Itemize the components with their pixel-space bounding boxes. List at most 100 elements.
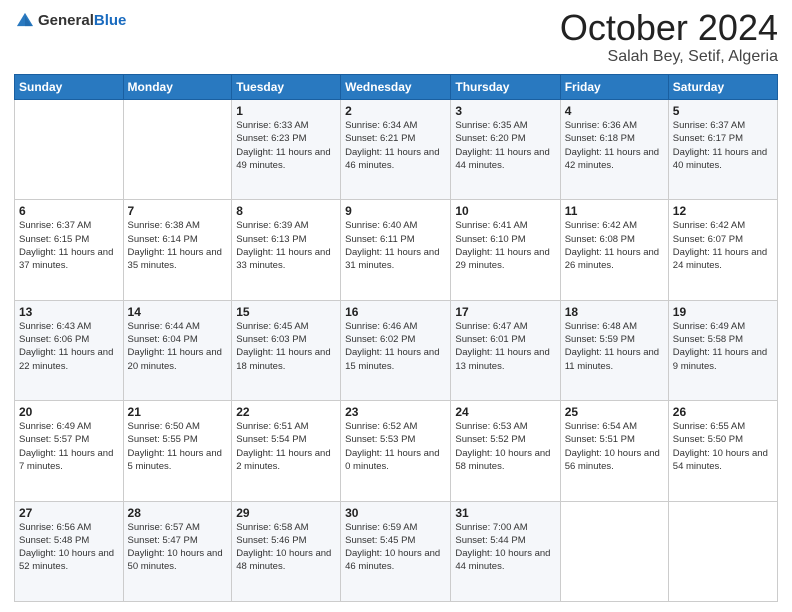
- day-info: Sunrise: 6:58 AMSunset: 5:46 PMDaylight:…: [236, 521, 336, 574]
- day-info: Sunrise: 6:43 AMSunset: 6:06 PMDaylight:…: [19, 320, 119, 373]
- day-info: Sunrise: 6:54 AMSunset: 5:51 PMDaylight:…: [565, 420, 664, 473]
- day-cell: 8Sunrise: 6:39 AMSunset: 6:13 PMDaylight…: [232, 200, 341, 300]
- day-number: 12: [673, 204, 773, 218]
- day-info: Sunrise: 6:45 AMSunset: 6:03 PMDaylight:…: [236, 320, 336, 373]
- day-cell: 17Sunrise: 6:47 AMSunset: 6:01 PMDayligh…: [451, 300, 560, 400]
- week-row-2: 6Sunrise: 6:37 AMSunset: 6:15 PMDaylight…: [15, 200, 778, 300]
- day-number: 9: [345, 204, 446, 218]
- day-number: 17: [455, 305, 555, 319]
- week-row-3: 13Sunrise: 6:43 AMSunset: 6:06 PMDayligh…: [15, 300, 778, 400]
- day-info: Sunrise: 6:37 AMSunset: 6:15 PMDaylight:…: [19, 219, 119, 272]
- day-info: Sunrise: 6:53 AMSunset: 5:52 PMDaylight:…: [455, 420, 555, 473]
- day-number: 26: [673, 405, 773, 419]
- day-cell: 12Sunrise: 6:42 AMSunset: 6:07 PMDayligh…: [668, 200, 777, 300]
- day-cell: 13Sunrise: 6:43 AMSunset: 6:06 PMDayligh…: [15, 300, 124, 400]
- logo: GeneralBlue: [14, 10, 126, 32]
- day-cell: [123, 100, 232, 200]
- calendar-container: GeneralBlue October 2024 Salah Bey, Seti…: [0, 0, 792, 612]
- week-row-5: 27Sunrise: 6:56 AMSunset: 5:48 PMDayligh…: [15, 501, 778, 601]
- day-cell: 3Sunrise: 6:35 AMSunset: 6:20 PMDaylight…: [451, 100, 560, 200]
- day-cell: 24Sunrise: 6:53 AMSunset: 5:52 PMDayligh…: [451, 401, 560, 501]
- logo-icon: [14, 10, 36, 32]
- day-number: 18: [565, 305, 664, 319]
- day-info: Sunrise: 6:49 AMSunset: 5:58 PMDaylight:…: [673, 320, 773, 373]
- day-cell: 28Sunrise: 6:57 AMSunset: 5:47 PMDayligh…: [123, 501, 232, 601]
- day-info: Sunrise: 6:48 AMSunset: 5:59 PMDaylight:…: [565, 320, 664, 373]
- day-number: 19: [673, 305, 773, 319]
- day-number: 5: [673, 104, 773, 118]
- day-info: Sunrise: 6:52 AMSunset: 5:53 PMDaylight:…: [345, 420, 446, 473]
- day-cell: 10Sunrise: 6:41 AMSunset: 6:10 PMDayligh…: [451, 200, 560, 300]
- day-cell: 19Sunrise: 6:49 AMSunset: 5:58 PMDayligh…: [668, 300, 777, 400]
- header-day-monday: Monday: [123, 75, 232, 100]
- day-cell: 20Sunrise: 6:49 AMSunset: 5:57 PMDayligh…: [15, 401, 124, 501]
- day-info: Sunrise: 6:42 AMSunset: 6:07 PMDaylight:…: [673, 219, 773, 272]
- header: GeneralBlue October 2024 Salah Bey, Seti…: [14, 10, 778, 66]
- day-info: Sunrise: 6:42 AMSunset: 6:08 PMDaylight:…: [565, 219, 664, 272]
- day-number: 6: [19, 204, 119, 218]
- day-info: Sunrise: 6:39 AMSunset: 6:13 PMDaylight:…: [236, 219, 336, 272]
- day-cell: 22Sunrise: 6:51 AMSunset: 5:54 PMDayligh…: [232, 401, 341, 501]
- day-number: 30: [345, 506, 446, 520]
- day-info: Sunrise: 6:59 AMSunset: 5:45 PMDaylight:…: [345, 521, 446, 574]
- day-cell: 30Sunrise: 6:59 AMSunset: 5:45 PMDayligh…: [341, 501, 451, 601]
- day-info: Sunrise: 6:51 AMSunset: 5:54 PMDaylight:…: [236, 420, 336, 473]
- day-cell: 7Sunrise: 6:38 AMSunset: 6:14 PMDaylight…: [123, 200, 232, 300]
- day-cell: 11Sunrise: 6:42 AMSunset: 6:08 PMDayligh…: [560, 200, 668, 300]
- day-info: Sunrise: 6:49 AMSunset: 5:57 PMDaylight:…: [19, 420, 119, 473]
- day-number: 11: [565, 204, 664, 218]
- day-number: 13: [19, 305, 119, 319]
- day-cell: 25Sunrise: 6:54 AMSunset: 5:51 PMDayligh…: [560, 401, 668, 501]
- day-cell: 26Sunrise: 6:55 AMSunset: 5:50 PMDayligh…: [668, 401, 777, 501]
- day-info: Sunrise: 6:33 AMSunset: 6:23 PMDaylight:…: [236, 119, 336, 172]
- day-number: 10: [455, 204, 555, 218]
- day-cell: 4Sunrise: 6:36 AMSunset: 6:18 PMDaylight…: [560, 100, 668, 200]
- day-number: 29: [236, 506, 336, 520]
- day-number: 23: [345, 405, 446, 419]
- day-cell: [560, 501, 668, 601]
- day-info: Sunrise: 6:34 AMSunset: 6:21 PMDaylight:…: [345, 119, 446, 172]
- week-row-4: 20Sunrise: 6:49 AMSunset: 5:57 PMDayligh…: [15, 401, 778, 501]
- calendar-body: 1Sunrise: 6:33 AMSunset: 6:23 PMDaylight…: [15, 100, 778, 602]
- day-number: 21: [128, 405, 228, 419]
- header-day-sunday: Sunday: [15, 75, 124, 100]
- day-number: 8: [236, 204, 336, 218]
- day-cell: [668, 501, 777, 601]
- day-number: 2: [345, 104, 446, 118]
- day-number: 1: [236, 104, 336, 118]
- day-number: 20: [19, 405, 119, 419]
- logo-blue: Blue: [94, 12, 127, 29]
- day-info: Sunrise: 6:37 AMSunset: 6:17 PMDaylight:…: [673, 119, 773, 172]
- day-cell: 5Sunrise: 6:37 AMSunset: 6:17 PMDaylight…: [668, 100, 777, 200]
- day-info: Sunrise: 6:47 AMSunset: 6:01 PMDaylight:…: [455, 320, 555, 373]
- day-number: 28: [128, 506, 228, 520]
- day-info: Sunrise: 6:40 AMSunset: 6:11 PMDaylight:…: [345, 219, 446, 272]
- day-number: 24: [455, 405, 555, 419]
- day-info: Sunrise: 6:35 AMSunset: 6:20 PMDaylight:…: [455, 119, 555, 172]
- title-section: October 2024 Salah Bey, Setif, Algeria: [560, 10, 778, 66]
- day-cell: 1Sunrise: 6:33 AMSunset: 6:23 PMDaylight…: [232, 100, 341, 200]
- day-number: 14: [128, 305, 228, 319]
- day-info: Sunrise: 6:57 AMSunset: 5:47 PMDaylight:…: [128, 521, 228, 574]
- day-number: 31: [455, 506, 555, 520]
- day-cell: 23Sunrise: 6:52 AMSunset: 5:53 PMDayligh…: [341, 401, 451, 501]
- day-info: Sunrise: 6:56 AMSunset: 5:48 PMDaylight:…: [19, 521, 119, 574]
- day-info: Sunrise: 6:44 AMSunset: 6:04 PMDaylight:…: [128, 320, 228, 373]
- location: Salah Bey, Setif, Algeria: [560, 48, 778, 66]
- day-number: 4: [565, 104, 664, 118]
- calendar-header-row: SundayMondayTuesdayWednesdayThursdayFrid…: [15, 75, 778, 100]
- calendar-table: SundayMondayTuesdayWednesdayThursdayFrid…: [14, 74, 778, 602]
- day-cell: 6Sunrise: 6:37 AMSunset: 6:15 PMDaylight…: [15, 200, 124, 300]
- day-number: 7: [128, 204, 228, 218]
- week-row-1: 1Sunrise: 6:33 AMSunset: 6:23 PMDaylight…: [15, 100, 778, 200]
- day-number: 16: [345, 305, 446, 319]
- day-cell: 21Sunrise: 6:50 AMSunset: 5:55 PMDayligh…: [123, 401, 232, 501]
- month-title: October 2024: [560, 10, 778, 46]
- header-day-thursday: Thursday: [451, 75, 560, 100]
- day-info: Sunrise: 6:38 AMSunset: 6:14 PMDaylight:…: [128, 219, 228, 272]
- day-cell: 31Sunrise: 7:00 AMSunset: 5:44 PMDayligh…: [451, 501, 560, 601]
- header-day-saturday: Saturday: [668, 75, 777, 100]
- day-cell: [15, 100, 124, 200]
- day-cell: 2Sunrise: 6:34 AMSunset: 6:21 PMDaylight…: [341, 100, 451, 200]
- day-cell: 29Sunrise: 6:58 AMSunset: 5:46 PMDayligh…: [232, 501, 341, 601]
